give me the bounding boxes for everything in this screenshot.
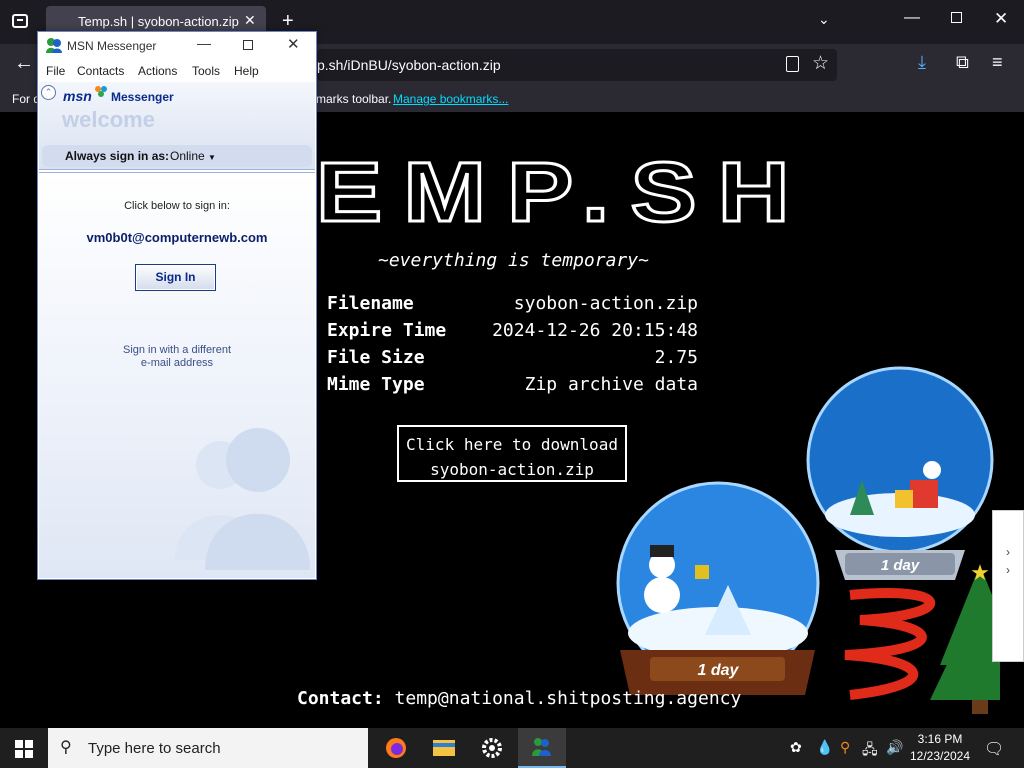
tray-key-icon[interactable]: ⚲ bbox=[840, 739, 850, 756]
network-icon[interactable]: 🖧 bbox=[862, 739, 878, 763]
msn-maximize-icon[interactable] bbox=[243, 40, 253, 50]
taskbar-firefox[interactable] bbox=[372, 728, 420, 768]
msn-logo-word: Messenger bbox=[111, 90, 174, 104]
tray-app-icon[interactable]: ✿ bbox=[790, 739, 802, 756]
msn-menu-tools[interactable]: Tools bbox=[192, 64, 220, 78]
chevron-right-icon: › bbox=[1006, 563, 1010, 577]
contact-email[interactable]: temp@national.shitposting.agency bbox=[395, 688, 742, 709]
msn-buddy-icon bbox=[46, 38, 62, 53]
msn-menu-help[interactable]: Help bbox=[234, 64, 259, 78]
msn-buddy-watermark-icon bbox=[175, 428, 310, 570]
download-button[interactable]: Click here to download syobon-action.zip bbox=[397, 425, 627, 482]
file-size-label: File Size bbox=[327, 347, 425, 368]
contact-label: Contact: bbox=[297, 688, 384, 709]
windows-start-icon[interactable] bbox=[15, 740, 33, 758]
taskbar-search-placeholder[interactable]: Type here to search bbox=[88, 740, 221, 757]
firefox-icon bbox=[386, 738, 406, 758]
gear-icon bbox=[482, 738, 502, 758]
sign-in-status-value: Online bbox=[170, 149, 205, 163]
msn-buddy-icon bbox=[532, 738, 551, 756]
globe-label-large: 1 day bbox=[881, 557, 920, 574]
expire-time-value: 2024-12-26 20:15:48 bbox=[492, 320, 698, 341]
different-address-line-1: Sign in with a different bbox=[122, 344, 232, 356]
contact-line: Contact: temp@national.shitposting.agenc… bbox=[297, 688, 741, 709]
manage-bookmarks-link[interactable]: Manage bookmarks... bbox=[393, 92, 508, 106]
extensions-icon[interactable]: ⧉ bbox=[956, 52, 969, 73]
bookmarks-toolbar-text: marks toolbar. bbox=[316, 92, 392, 106]
back-arrow-icon[interactable]: ← bbox=[14, 52, 34, 75]
hamburger-menu-icon[interactable]: ≡ bbox=[992, 52, 1003, 73]
download-line-2: syobon-action.zip bbox=[430, 460, 594, 479]
side-panel-tab[interactable]: › › bbox=[992, 510, 1024, 662]
mime-type-label: Mime Type bbox=[327, 374, 425, 395]
always-sign-in-label: Always sign in as: bbox=[65, 149, 170, 163]
clock-time[interactable]: 3:16 PM bbox=[914, 732, 966, 746]
bookmarks-toolbar-text-start: For q bbox=[12, 92, 41, 106]
svg-text:★: ★ bbox=[970, 560, 990, 585]
globe-label-small: 1 day bbox=[698, 662, 740, 679]
bookmark-star-icon[interactable]: ☆ bbox=[812, 52, 829, 75]
signin-email: vm0b0t@computernewb.com bbox=[86, 230, 268, 245]
download-line-1: Click here to download bbox=[406, 435, 618, 454]
christmas-decoration: 1 day 1 day ★ bbox=[616, 366, 1000, 714]
different-address-line-2: e-mail address bbox=[140, 357, 214, 369]
tray-drop-icon[interactable]: 💧 bbox=[816, 739, 833, 756]
tab-title: Temp.sh | syobon-action.zip bbox=[78, 14, 239, 29]
reader-view-icon[interactable] bbox=[786, 56, 799, 72]
msn-menu-actions[interactable]: Actions bbox=[138, 64, 177, 78]
different-address-link[interactable]: Sign in with a different e-mail address bbox=[39, 344, 315, 370]
downloads-icon[interactable]: ⤓ bbox=[918, 52, 926, 73]
clock-date[interactable]: 12/23/2024 bbox=[908, 749, 972, 763]
dropdown-arrow-icon: ▼ bbox=[208, 153, 216, 162]
tab-close-icon[interactable]: ✕ bbox=[244, 12, 256, 29]
msn-menu-contacts[interactable]: Contacts bbox=[77, 64, 124, 78]
filename-value: syobon-action.zip bbox=[513, 293, 698, 314]
chevron-right-icon: › bbox=[1006, 545, 1010, 559]
taskbar-settings[interactable] bbox=[468, 728, 516, 768]
msn-window-title: MSN Messenger bbox=[67, 39, 157, 53]
collapse-chevron-icon[interactable]: ⌃ bbox=[41, 85, 56, 100]
msn-butterfly-icon bbox=[95, 86, 107, 97]
sign-in-status-dropdown[interactable]: Online ▼ bbox=[170, 149, 216, 163]
search-icon: ⚲ bbox=[60, 739, 72, 756]
folder-icon bbox=[433, 740, 455, 756]
tagline: ~everything is temporary~ bbox=[378, 250, 649, 271]
window-close-icon[interactable]: ✕ bbox=[994, 9, 1008, 29]
taskbar-file-explorer[interactable] bbox=[420, 728, 468, 768]
taskbar-msn-messenger[interactable] bbox=[518, 728, 566, 768]
msn-logo: msn bbox=[63, 88, 92, 104]
msn-welcome-text: welcome bbox=[62, 107, 155, 132]
volume-icon[interactable]: 🔊 bbox=[886, 739, 903, 756]
window-restore-icon[interactable] bbox=[951, 12, 962, 23]
sign-in-button[interactable]: Sign In bbox=[135, 264, 216, 291]
window-minimize-icon[interactable]: — bbox=[904, 9, 920, 27]
swirl-decoration bbox=[844, 587, 935, 700]
notifications-icon[interactable]: 🗨 bbox=[984, 739, 1004, 759]
firefox-view-icon[interactable] bbox=[12, 14, 28, 28]
msn-menu-file[interactable]: File bbox=[46, 64, 65, 78]
filename-label: Filename bbox=[327, 293, 414, 314]
msn-close-icon[interactable]: ✕ bbox=[287, 35, 300, 53]
signin-prompt: Click below to sign in: bbox=[124, 200, 230, 212]
expire-time-label: Expire Time bbox=[327, 320, 447, 341]
new-tab-button[interactable]: + bbox=[282, 10, 294, 33]
msn-minimize-icon[interactable]: — bbox=[197, 35, 211, 51]
list-all-tabs-icon[interactable]: ⌄ bbox=[818, 11, 830, 28]
url-text[interactable]: p.sh/iDnBU/syobon-action.zip bbox=[317, 57, 501, 73]
site-title-logo: EMP.SH bbox=[314, 144, 811, 241]
